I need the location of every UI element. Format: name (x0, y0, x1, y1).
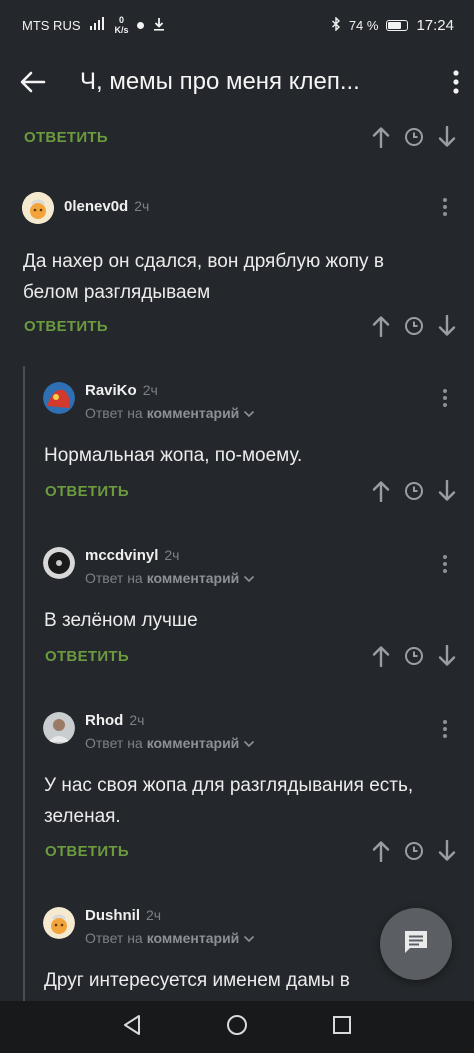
comment-header: mccdvinyl 2ч Ответ на комментарий (43, 547, 255, 586)
battery-percent: 74 % (348, 17, 379, 33)
clock-icon[interactable] (404, 316, 424, 336)
username[interactable]: RaviKo (85, 382, 137, 399)
comment-more-icon[interactable] (442, 554, 448, 579)
reply-button[interactable]: ОТВЕТИТЬ (24, 129, 108, 146)
reply-action-row: ОТВЕТИТЬ (45, 476, 456, 506)
reply-to-link[interactable]: Ответ на комментарий (85, 930, 255, 946)
net-speed-value: 0 (119, 15, 125, 25)
reply-action-row: ОТВЕТИТЬ (45, 641, 456, 671)
clock-time: 17:24 (416, 16, 454, 34)
comment-text: Друг интересуется именем дамы в (44, 970, 350, 991)
more-vert-icon[interactable] (452, 70, 460, 94)
download-icon (152, 17, 166, 34)
comment-header: RaviKo 2ч Ответ на комментарий (43, 382, 255, 421)
downvote-icon[interactable] (438, 645, 456, 667)
comment-time: 2ч (146, 907, 162, 923)
reply-to-prefix: Ответ на (85, 570, 143, 586)
avatar[interactable] (43, 547, 75, 579)
avatar[interactable] (43, 382, 75, 414)
comment-header: 0lenev0d 2ч (22, 192, 149, 224)
reply-button[interactable]: ОТВЕТИТЬ (45, 843, 129, 860)
reply-to-prefix: Ответ на (85, 930, 143, 946)
downvote-icon[interactable] (438, 480, 456, 502)
nav-home-icon[interactable] (226, 1014, 248, 1041)
reply-to-target: комментарий (146, 405, 240, 421)
comment-time: 2ч (134, 198, 150, 214)
comment-more-icon[interactable] (442, 719, 448, 744)
carrier-label: MTS RUS (22, 17, 81, 33)
comment-text: В зелёном лучше (44, 610, 198, 631)
clock-icon[interactable] (404, 646, 424, 666)
comment-header: Dushnil 2ч Ответ на комментарий (43, 907, 255, 946)
avatar[interactable] (43, 907, 75, 939)
avatar[interactable] (22, 192, 54, 224)
reply-to-prefix: Ответ на (85, 405, 143, 421)
downvote-icon[interactable] (438, 126, 456, 148)
thread-line (23, 366, 25, 1006)
reply-to-target: комментарий (146, 735, 240, 751)
reply-to-link[interactable]: Ответ на комментарий (85, 735, 255, 751)
chevron-down-icon (243, 735, 255, 751)
signal-icon (89, 17, 107, 33)
clock-icon[interactable] (404, 481, 424, 501)
comment-text: У нас своя жопа для разглядывания есть, … (44, 775, 414, 827)
chevron-down-icon (243, 570, 255, 586)
upvote-icon[interactable] (372, 126, 390, 148)
comment-time: 2ч (142, 382, 158, 398)
comment-text: Да нахер он сдался, вон дряблую жопу в б… (23, 251, 384, 303)
reply-to-link[interactable]: Ответ на комментарий (85, 570, 255, 586)
comment-time: 2ч (129, 712, 145, 728)
comment-fab-icon (402, 928, 430, 961)
chevron-down-icon (243, 930, 255, 946)
reply-action-row: ОТВЕТИТЬ (24, 122, 456, 152)
reply-to-prefix: Ответ на (85, 735, 143, 751)
comment-time: 2ч (164, 547, 180, 563)
reply-button[interactable]: ОТВЕТИТЬ (45, 648, 129, 665)
reply-action-row: ОТВЕТИТЬ (24, 311, 456, 341)
system-nav-bar (0, 1001, 474, 1053)
upvote-icon[interactable] (372, 480, 390, 502)
reply-to-link[interactable]: Ответ на комментарий (85, 405, 255, 421)
app-bar: Ч, мемы про меня клеп... (0, 50, 474, 114)
chevron-down-icon (243, 405, 255, 421)
reply-button[interactable]: ОТВЕТИТЬ (24, 318, 108, 335)
downvote-icon[interactable] (438, 840, 456, 862)
comment-text: Нормальная жопа, по-моему. (44, 445, 303, 466)
net-speed-unit: K/s (114, 25, 129, 35)
username[interactable]: 0lenev0d (64, 198, 128, 215)
net-speed: 0 K/s (115, 15, 129, 35)
clock-icon[interactable] (404, 127, 424, 147)
add-comment-button[interactable] (380, 908, 452, 980)
nav-recents-icon[interactable] (332, 1015, 352, 1040)
avatar[interactable] (43, 712, 75, 744)
reply-to-target: комментарий (146, 570, 240, 586)
comment-more-icon[interactable] (442, 197, 448, 222)
username[interactable]: Rhod (85, 712, 123, 729)
reply-action-row: ОТВЕТИТЬ (45, 836, 456, 866)
downvote-icon[interactable] (438, 315, 456, 337)
reply-to-target: комментарий (146, 930, 240, 946)
back-arrow-icon[interactable] (20, 71, 46, 93)
clock-icon[interactable] (404, 841, 424, 861)
reply-button[interactable]: ОТВЕТИТЬ (45, 483, 129, 500)
username[interactable]: mccdvinyl (85, 547, 158, 564)
comment-header: Rhod 2ч Ответ на комментарий (43, 712, 255, 751)
page-title: Ч, мемы про меня клеп... (80, 68, 360, 95)
upvote-icon[interactable] (372, 840, 390, 862)
upvote-icon[interactable] (372, 315, 390, 337)
nav-back-icon[interactable] (122, 1014, 142, 1041)
status-bar: MTS RUS 0 K/s 74 % 17:24 (0, 0, 474, 50)
comment-more-icon[interactable] (442, 388, 448, 413)
battery-icon (386, 19, 409, 31)
notification-dot-icon (136, 21, 144, 29)
bluetooth-icon (331, 15, 341, 34)
upvote-icon[interactable] (372, 645, 390, 667)
username[interactable]: Dushnil (85, 907, 140, 924)
